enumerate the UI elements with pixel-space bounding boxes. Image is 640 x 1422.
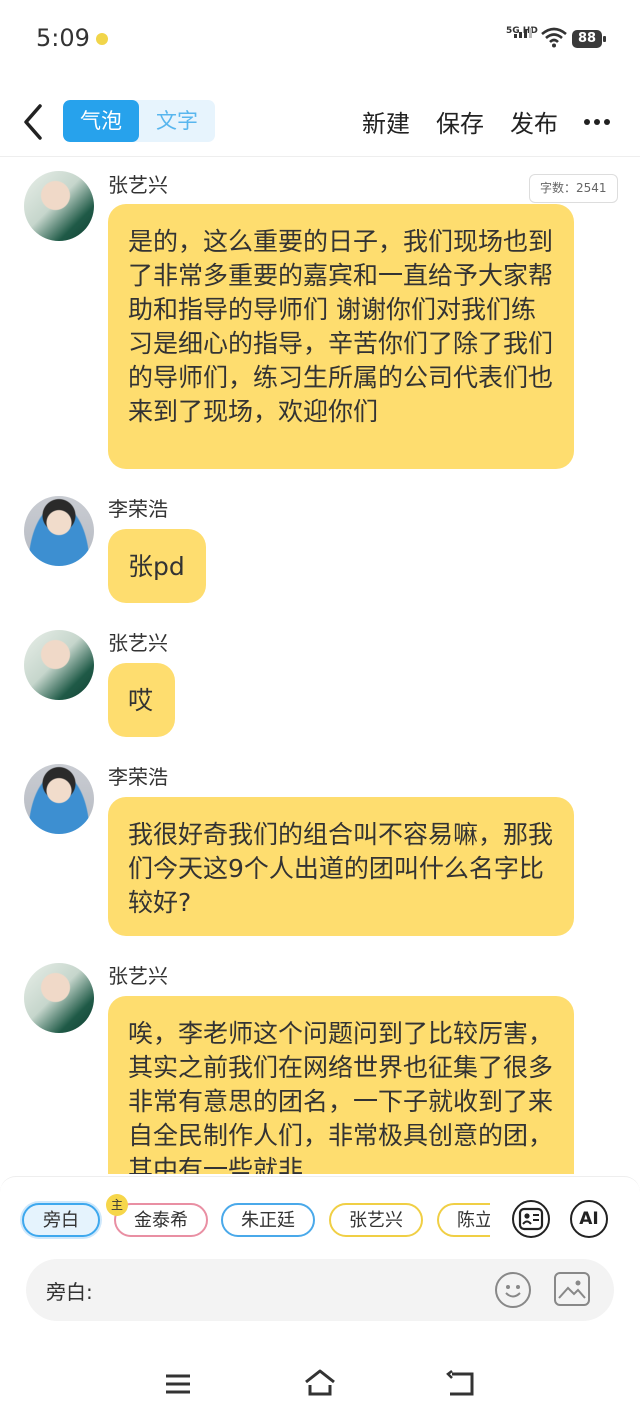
speaker-name: 李荣浩 <box>108 765 168 789</box>
word-count-badge: 字数：2541 <box>529 174 618 203</box>
chat-area[interactable]: 字数：2541 张艺兴 是的，这么重要的日子，我们现场也到了非常多重要的嘉宾和一… <box>0 157 640 1174</box>
status-time: 5:09 <box>36 24 90 52</box>
role-chip-narrator[interactable]: 旁白 <box>22 1203 100 1237</box>
speaker-name: 张艺兴 <box>108 964 168 988</box>
save-button[interactable]: 保存 <box>436 104 484 139</box>
avatar[interactable] <box>24 963 94 1033</box>
avatar[interactable] <box>24 630 94 700</box>
speaker-name: 李荣浩 <box>108 497 168 521</box>
menu-icon[interactable] <box>164 1372 192 1396</box>
message-bubble[interactable]: 我很好奇我们的组合叫不容易嘛，那我们今天这9个人出道的团叫什么名字比较好? <box>108 797 574 936</box>
notification-icon <box>96 33 108 45</box>
mode-switch: 气泡 文字 <box>63 100 215 142</box>
input-speaker-label: 旁白: <box>46 1280 93 1304</box>
avatar[interactable] <box>24 764 94 834</box>
message-bubble[interactable]: 是的，这么重要的日子，我们现场也到了非常多重要的嘉宾和一直给予大家帮助和指导的导… <box>108 204 574 469</box>
ai-button[interactable]: AI <box>570 1200 608 1238</box>
message-bubble[interactable]: 哎 <box>108 663 175 737</box>
avatar[interactable] <box>24 496 94 566</box>
system-nav-bar <box>0 1340 640 1422</box>
chip-scroll-edge <box>490 1197 510 1247</box>
role-input-panel: 旁白 金泰希 主 朱正廷 张艺兴 陈立 AI 旁白: <box>0 1176 640 1337</box>
new-button[interactable]: 新建 <box>362 104 410 139</box>
message-bubble[interactable]: 唉，李老师这个问题问到了比较厉害，其实之前我们在网络世界也征集了很多非常有意思的… <box>108 996 574 1174</box>
emoji-icon[interactable] <box>495 1272 531 1308</box>
top-toolbar: 气泡 文字 新建 保存 发布 <box>0 90 640 157</box>
role-chip[interactable]: 朱正廷 <box>221 1203 315 1237</box>
role-card-icon[interactable] <box>512 1200 550 1238</box>
home-icon[interactable] <box>302 1368 338 1398</box>
host-badge: 主 <box>106 1194 128 1216</box>
avatar[interactable] <box>24 171 94 241</box>
speaker-name: 张艺兴 <box>108 173 168 197</box>
wifi-icon <box>541 27 567 48</box>
speaker-name: 张艺兴 <box>108 631 168 655</box>
message-bubble[interactable]: 张pd <box>108 529 206 603</box>
tab-bubble-mode[interactable]: 气泡 <box>63 100 139 142</box>
back-arrow-icon[interactable] <box>18 102 50 142</box>
back-nav-icon[interactable] <box>446 1370 478 1398</box>
role-chip[interactable]: 金泰希 <box>114 1203 208 1237</box>
image-icon[interactable] <box>554 1272 590 1306</box>
status-bar: 5:09 5G HD 88 <box>0 0 640 80</box>
message-input[interactable]: 旁白: <box>26 1259 614 1321</box>
role-chip[interactable]: 张艺兴 <box>329 1203 423 1237</box>
tab-text-mode[interactable]: 文字 <box>139 100 215 142</box>
battery-indicator: 88 <box>572 30 606 48</box>
publish-button[interactable]: 发布 <box>510 104 558 139</box>
